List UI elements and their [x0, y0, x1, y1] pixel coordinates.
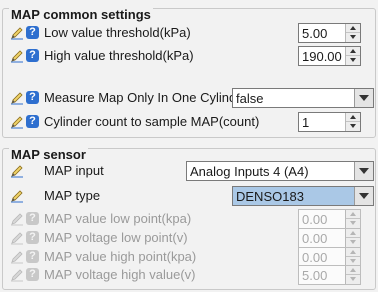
map-value-low-value: 0.00 [302, 212, 328, 227]
chevron-down-icon [359, 193, 369, 199]
pencil-icon [10, 250, 24, 264]
map-voltage-high-label: MAP voltage high value(v) [44, 267, 196, 282]
cylinder-count-spinner[interactable]: 1 [298, 112, 361, 132]
help-icon: ? [26, 250, 39, 263]
chevron-down-icon [359, 95, 369, 101]
map-input-label: MAP input [44, 163, 104, 178]
spinner-up-arrow[interactable] [346, 47, 360, 56]
high-threshold-spinner[interactable]: 190.00 [298, 46, 361, 66]
help-icon: ? [26, 231, 39, 244]
help-icon[interactable]: ? [26, 49, 39, 62]
spinner-down-arrow [346, 275, 360, 284]
spinner-down-arrow[interactable] [346, 56, 360, 65]
map-voltage-high-spinner: 5.00 [298, 265, 361, 285]
pencil-icon [10, 212, 24, 226]
spinner-up-arrow [346, 229, 360, 238]
spinner-up-arrow [346, 210, 360, 219]
pencil-icon[interactable] [10, 164, 24, 178]
help-icon[interactable]: ? [26, 91, 39, 104]
spinner-up-arrow [346, 248, 360, 257]
pencil-icon [10, 231, 24, 245]
map-type-label: MAP type [44, 188, 101, 203]
map-common-settings-panel: MAP common settings ? Low value threshol… [2, 7, 376, 138]
spinner-up-arrow [346, 266, 360, 275]
spinner-down-arrow [346, 238, 360, 247]
map-voltage-high-value: 5.00 [302, 268, 328, 283]
map-value-high-spinner: 0.00 [298, 247, 361, 267]
low-threshold-value[interactable]: 5.00 [302, 26, 327, 41]
measure-one-cylinder-dropdown[interactable]: false [232, 88, 374, 108]
cylinder-count-label: Cylinder count to sample MAP(count) [44, 114, 260, 129]
spinner-down-arrow[interactable] [346, 33, 360, 42]
spinner-down-arrow [346, 219, 360, 228]
chevron-down-icon [359, 168, 369, 174]
pencil-icon[interactable] [10, 26, 24, 40]
map-voltage-low-row: ? MAP voltage low point(v) 0.00 [3, 228, 375, 248]
map-value-high-value: 0.00 [302, 250, 328, 265]
map-value-low-label: MAP value low point(kpa) [44, 211, 192, 226]
map-value-high-row: ? MAP value high point(kpa) 0.00 [3, 247, 375, 267]
map-input-row: MAP input Analog Inputs 4 (A4) [3, 161, 375, 181]
help-icon: ? [26, 212, 39, 225]
map-voltage-low-spinner: 0.00 [298, 228, 361, 248]
pencil-icon[interactable] [10, 91, 24, 105]
map-value-low-row: ? MAP value low point(kpa) 0.00 [3, 209, 375, 229]
dropdown-button[interactable] [354, 187, 373, 205]
map-voltage-low-value: 0.00 [302, 231, 328, 246]
pencil-icon[interactable] [10, 49, 24, 63]
spinner-up-arrow[interactable] [346, 113, 360, 122]
help-icon: ? [26, 268, 39, 281]
map-voltage-low-label: MAP voltage low point(v) [44, 230, 188, 245]
high-threshold-row: ? High value threshold(kPa) 190.00 [3, 46, 375, 66]
map-type-value: DENSO183 [236, 189, 304, 204]
map-input-value: Analog Inputs 4 (A4) [190, 164, 309, 179]
low-threshold-spinner[interactable]: 5.00 [298, 23, 361, 43]
spinner-down-arrow[interactable] [346, 122, 360, 131]
help-icon[interactable]: ? [26, 26, 39, 39]
measure-one-cylinder-row: ? Measure Map Only In One Cylinder false [3, 88, 375, 108]
map-type-row: MAP type DENSO183 [3, 186, 375, 206]
measure-one-cylinder-label: Measure Map Only In One Cylinder [44, 90, 248, 105]
map-value-low-spinner: 0.00 [298, 209, 361, 229]
cylinder-count-value[interactable]: 1 [302, 115, 309, 130]
dropdown-button[interactable] [354, 89, 373, 107]
dropdown-button[interactable] [354, 162, 373, 180]
map-voltage-high-row: ? MAP voltage high value(v) 5.00 [3, 265, 375, 285]
map-type-dropdown[interactable]: DENSO183 [232, 186, 374, 206]
pencil-icon[interactable] [10, 189, 24, 203]
pencil-icon[interactable] [10, 115, 24, 129]
panel-title: MAP sensor [9, 147, 88, 162]
map-input-dropdown[interactable]: Analog Inputs 4 (A4) [186, 161, 374, 181]
map-sensor-panel: MAP sensor MAP input Analog Inputs 4 (A4… [2, 147, 376, 290]
measure-one-cylinder-value: false [236, 91, 264, 106]
help-icon[interactable]: ? [26, 115, 39, 128]
spinner-up-arrow[interactable] [346, 24, 360, 33]
pencil-icon [10, 268, 24, 282]
panel-title: MAP common settings [9, 7, 153, 22]
cylinder-count-row: ? Cylinder count to sample MAP(count) 1 [3, 112, 375, 132]
low-threshold-row: ? Low value threshold(kPa) 5.00 [3, 23, 375, 43]
high-threshold-label: High value threshold(kPa) [44, 48, 194, 63]
high-threshold-value[interactable]: 190.00 [302, 49, 342, 64]
map-value-high-label: MAP value high point(kpa) [44, 249, 197, 264]
low-threshold-label: Low value threshold(kPa) [44, 25, 191, 40]
